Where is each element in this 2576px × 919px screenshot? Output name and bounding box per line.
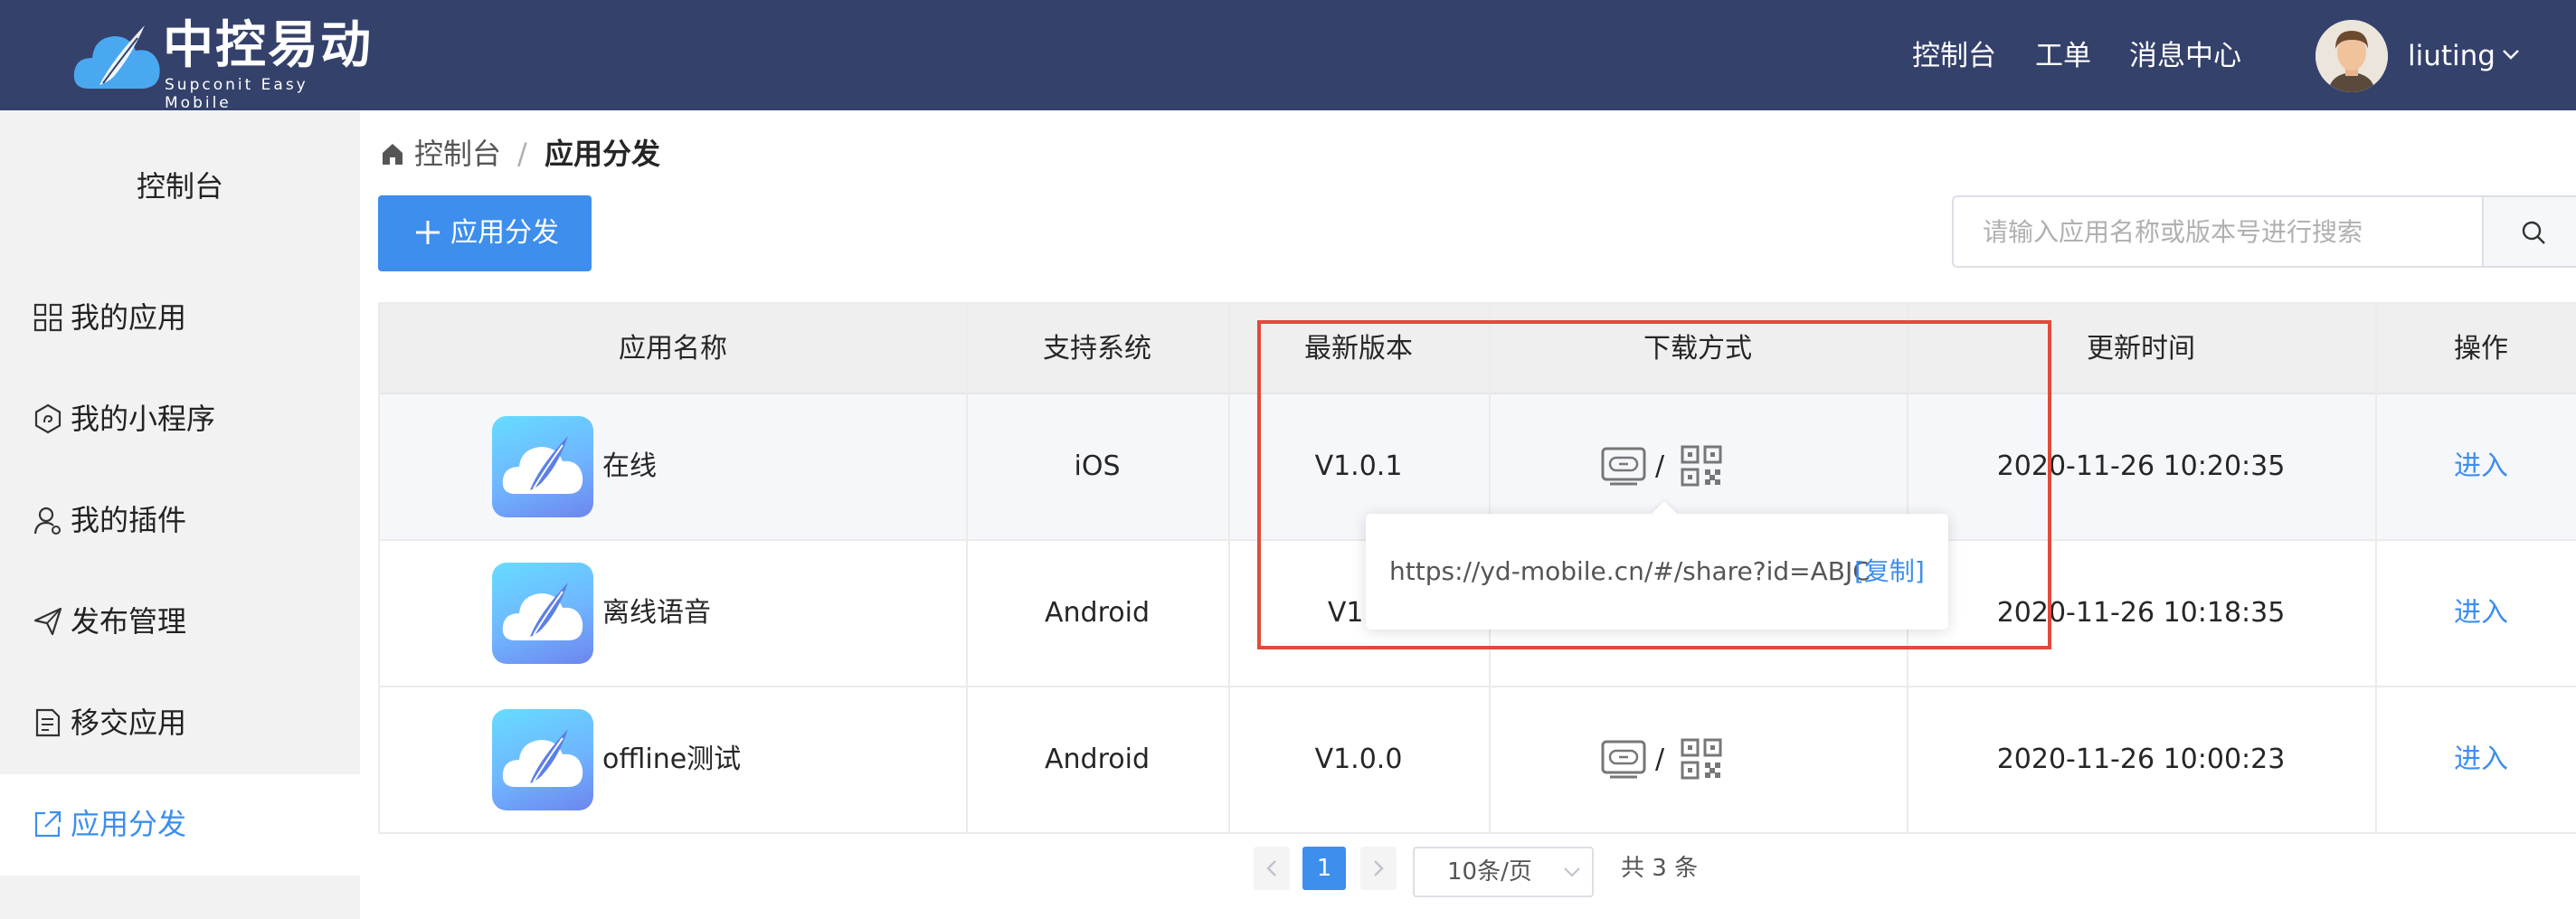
sidebar-item-label: 我的小程序 [71,402,216,436]
sidebar-item-label: 我的应用 [71,300,187,335]
sidebar-title: 控制台 [136,169,223,204]
app-updated: 2020-11-26 10:00:23 [1996,744,2286,775]
column-divider [2375,304,2377,834]
nav-tickets[interactable]: 工单 [2035,38,2091,74]
add-distribution-button[interactable]: 应用分发 [378,195,592,271]
highlight-annotation-box [1257,320,2051,649]
sidebar-item-label: 发布管理 [71,604,187,639]
nav-messages[interactable]: 消息中心 [2129,38,2241,74]
page-size-label: 10条/页 [1447,858,1532,886]
download-options: / [1601,734,1737,785]
home-icon[interactable] [380,141,405,166]
column-divider [1228,304,1230,834]
sidebar-item-distribution[interactable]: 应用分发 [0,774,360,876]
avatar[interactable] [2316,20,2388,92]
column-divider [966,304,968,834]
chevron-down-icon [1564,867,1580,877]
header-system: 支持系统 [1043,333,1151,365]
header-app-name: 应用名称 [619,333,727,365]
username[interactable]: liuting [2408,38,2496,74]
enter-link[interactable]: 进入 [2375,541,2576,686]
cloud-feather-icon [502,729,583,787]
add-distribution-label: 应用分发 [450,217,559,249]
page-number-current[interactable]: 1 [1302,847,1346,890]
brand-logo[interactable]: 中控易动 Supconit Easy Mobile [72,14,380,112]
enter-link[interactable]: 进入 [2375,687,2576,832]
chevron-left-icon [1266,860,1276,876]
sidebar-item-release[interactable]: 发布管理 [0,572,360,673]
app-name: offline测试 [602,744,742,775]
header-action: 操作 [2454,333,2508,365]
sidebar-item-transfer[interactable]: 移交应用 [0,673,360,774]
miniapp-icon [34,403,62,434]
app-name: 在线 [602,450,657,482]
document-icon [35,708,61,737]
nav-console[interactable]: 控制台 [1912,38,1996,74]
app-system: Android [1045,744,1150,775]
download-separator: / [1655,744,1665,775]
search-icon [2522,221,2545,244]
search-button[interactable] [2484,195,2576,268]
sidebar-item-mini-programs[interactable]: 我的小程序 [0,369,360,470]
cloud-feather-icon [502,436,583,494]
next-page-button[interactable] [1360,847,1397,890]
brand-title: 中控易动 [163,16,373,75]
send-icon [33,607,62,636]
chevron-down-icon[interactable] [2500,43,2522,65]
plus-icon [416,221,440,244]
breadcrumb-separator: / [517,137,527,171]
brand-subtitle: Supconit Easy Mobile [165,76,308,112]
app-system: iOS [1074,450,1121,482]
avatar-face-icon [2316,20,2388,92]
pagination-total: 共 3 条 [1621,855,1699,882]
breadcrumb-current: 应用分发 [545,137,661,171]
enter-link[interactable]: 进入 [2375,394,2576,539]
breadcrumb-home[interactable]: 控制台 [414,134,501,174]
app-name: 离线语音 [602,597,711,629]
search-input[interactable] [1952,195,2484,268]
page-size-select[interactable]: 10条/页 [1413,847,1594,897]
table-row: offline测试 Android V1.0.0 / 2020-11-26 10… [380,687,2576,834]
sidebar-item-label: 移交应用 [71,706,187,740]
prev-page-button[interactable] [1254,847,1290,890]
share-icon [34,810,62,838]
cloud-feather-icon [502,583,583,640]
sidebar-item-my-apps[interactable]: 我的应用 [0,268,360,369]
sidebar-item-label: 应用分发 [71,807,187,841]
top-bar: 中控易动 Supconit Easy Mobile 控制台 工单 消息中心 li… [0,0,2576,112]
grid-icon [33,303,62,332]
sidebar-item-label: 我的插件 [71,503,187,537]
app-icon [492,416,593,517]
app-icon [492,709,593,810]
qrcode-icon[interactable] [1681,738,1722,780]
chevron-right-icon [1374,860,1384,876]
app-icon [492,563,593,664]
app-version: V1.0.0 [1314,744,1403,775]
sidebar-item-plugins[interactable]: 我的插件 [0,470,360,572]
cloud-feather-logo-icon [73,25,160,89]
user-plugin-icon [33,507,61,535]
link-download-icon[interactable] [1601,740,1646,780]
app-system: Android [1045,597,1150,629]
sidebar: 控制台 我的应用 我的小程序 我的插件 发布管理 移交应用 应用分发 [0,110,360,919]
